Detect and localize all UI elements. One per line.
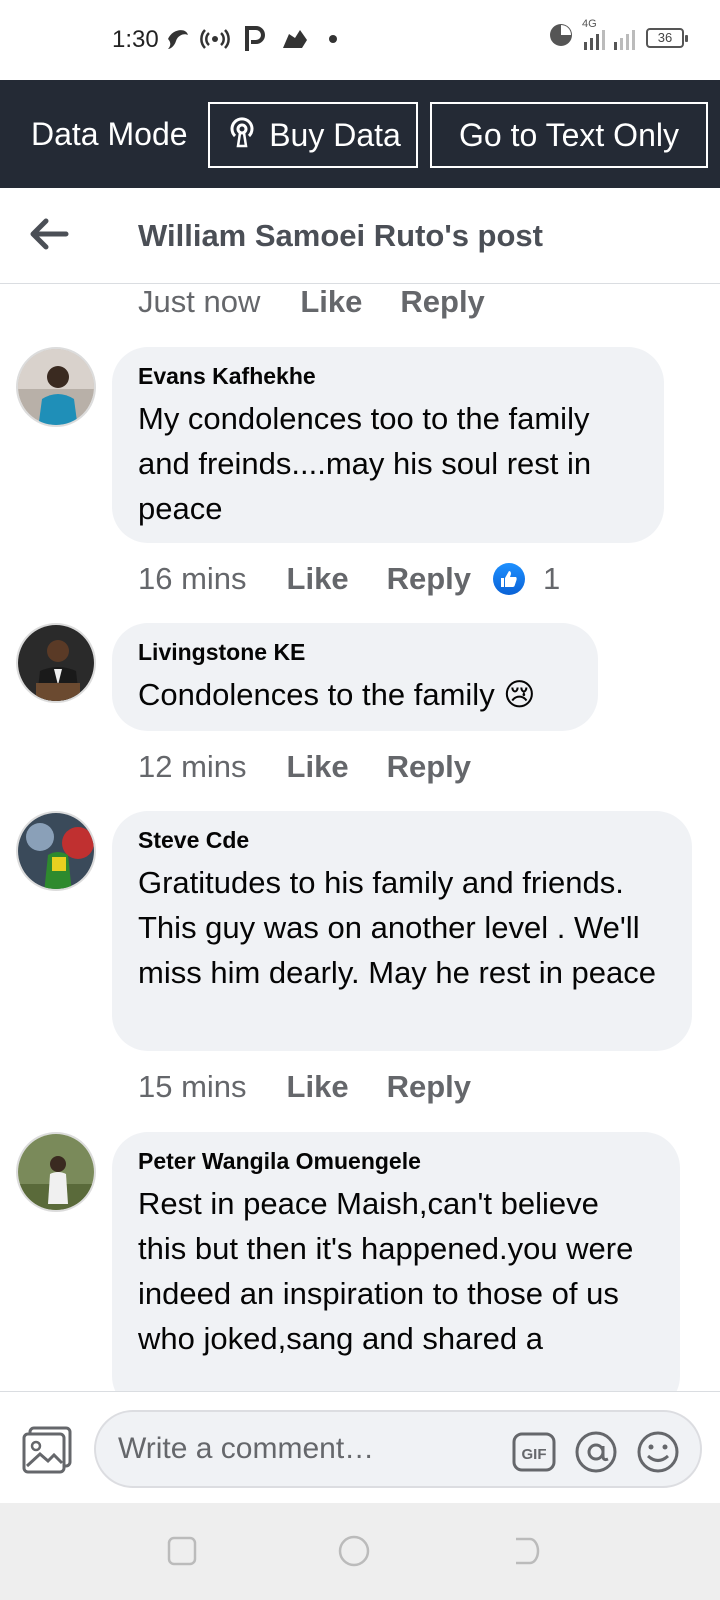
comment-meta-row: 12 mins Like Reply <box>138 747 471 787</box>
game-app-icon <box>280 24 310 54</box>
recent-apps-icon[interactable] <box>164 1533 200 1569</box>
battery-icon: 36 <box>646 27 688 48</box>
reply-link[interactable]: Reply <box>400 285 484 320</box>
comment-time: Just now <box>138 285 261 319</box>
comment-text: Rest in peace Maish,can't believe this b… <box>138 1186 634 1356</box>
notification-bird-icon <box>164 24 192 54</box>
reply-link[interactable]: Reply <box>387 561 471 597</box>
avatar[interactable] <box>16 1132 96 1212</box>
comment-meta-row: 15 mins Like Reply <box>138 1067 471 1107</box>
like-link[interactable]: Like <box>287 561 349 597</box>
status-right: 4G 36 <box>548 18 688 53</box>
comment-input-container: GIF <box>94 1410 702 1488</box>
home-icon[interactable] <box>336 1533 372 1569</box>
photo-icon[interactable] <box>20 1422 74 1476</box>
data-mode-label: Data Mode <box>31 116 188 152</box>
system-nav-bar <box>0 1503 720 1600</box>
status-bar: 1:30 4G 36 <box>0 0 720 80</box>
comment-time: 16 mins <box>138 561 247 596</box>
page-title: William Samoei Ruto's post <box>138 218 543 253</box>
avatar[interactable] <box>16 347 96 427</box>
comment-author[interactable]: Steve Cde <box>138 827 666 854</box>
avatar[interactable] <box>16 811 96 891</box>
comment-time: 15 mins <box>138 1069 247 1104</box>
comment-meta-row: Just now Like Reply <box>138 285 485 319</box>
parking-app-icon <box>244 24 266 54</box>
like-link[interactable]: Like <box>287 749 349 785</box>
thumbs-up-icon <box>493 563 525 595</box>
reply-link[interactable]: Reply <box>387 1069 471 1105</box>
comment-meta-row: 16 mins Like Reply 1 <box>138 559 560 599</box>
avatar[interactable] <box>16 623 96 703</box>
back-icon[interactable] <box>508 1533 544 1569</box>
comment-bubble[interactable]: Steve Cde Gratitudes to his family and f… <box>112 811 692 1051</box>
comment-author[interactable]: Evans Kafhekhe <box>138 363 638 390</box>
post-header: William Samoei Ruto's post <box>0 188 720 284</box>
comment-author[interactable]: Livingstone KE <box>138 639 572 666</box>
clock-icon <box>548 22 574 53</box>
like-link[interactable]: Like <box>287 1069 349 1105</box>
buy-data-label: Buy Data <box>269 116 401 153</box>
reaction-summary[interactable]: 1 <box>493 561 560 597</box>
broadcast-icon <box>225 114 259 156</box>
comment-bubble[interactable]: Livingstone KE Condolences to the family… <box>112 623 598 731</box>
network-type: 4G <box>582 17 597 30</box>
comment-text: My condolences too to the family and fre… <box>138 401 592 526</box>
back-arrow-icon[interactable] <box>26 212 70 256</box>
hotspot-icon <box>200 24 230 54</box>
comment-author[interactable]: Peter Wangila Omuengele <box>138 1148 654 1175</box>
reply-link[interactable]: Reply <box>387 749 471 785</box>
go-to-text-only-button[interactable]: Go to Text Only <box>430 102 708 168</box>
emoji-icon[interactable] <box>636 1430 680 1474</box>
comment-text: Gratitudes to his family and friends. Th… <box>138 865 657 990</box>
comment-time: 12 mins <box>138 749 247 784</box>
more-dot-icon <box>328 24 338 54</box>
comment-composer: GIF <box>0 1391 720 1503</box>
comment-text: Condolences to the family 😢 <box>138 677 536 712</box>
signal-icon: 4G <box>582 18 638 52</box>
mention-icon[interactable] <box>574 1430 618 1474</box>
comments-list[interactable]: Just now Like Reply Evans Kafhekhe My co… <box>0 285 720 1391</box>
data-mode-bar: Data Mode Buy Data Go to Text Only <box>0 80 720 188</box>
status-time: 1:30 <box>112 26 159 53</box>
comment-bubble[interactable]: Peter Wangila Omuengele Rest in peace Ma… <box>112 1132 680 1391</box>
like-link[interactable]: Like <box>300 285 362 320</box>
comment-input[interactable] <box>118 1412 498 1486</box>
gif-icon[interactable]: GIF <box>512 1430 556 1474</box>
reaction-count: 1 <box>543 561 561 596</box>
buy-data-button[interactable]: Buy Data <box>208 102 418 168</box>
comment-bubble[interactable]: Evans Kafhekhe My condolences too to the… <box>112 347 664 543</box>
svg-text:GIF: GIF <box>522 1446 547 1463</box>
